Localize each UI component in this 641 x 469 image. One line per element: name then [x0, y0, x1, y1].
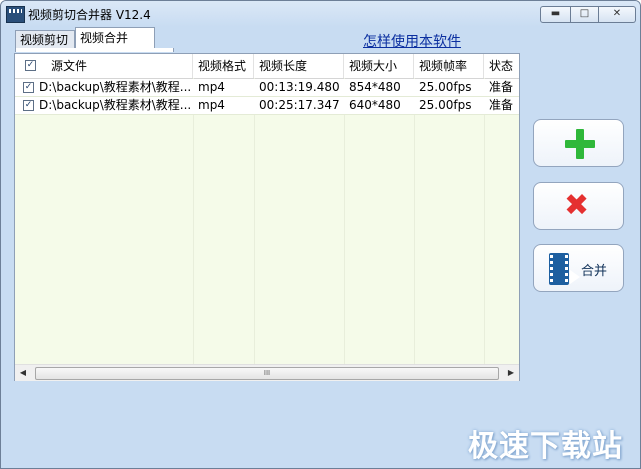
- grid-line: [254, 78, 255, 368]
- row-fps: 25.00fps: [419, 80, 472, 94]
- watermark-logo: 极速下载站: [468, 429, 623, 464]
- grid-line: [344, 78, 345, 368]
- list-header: ✓ 源文件 视频格式 视频长度 视频大小 视频帧率 状态: [15, 54, 519, 79]
- select-all-checkbox[interactable]: ✓: [25, 60, 36, 71]
- row-file: D:\backup\教程素材\教程...: [39, 80, 192, 94]
- scroll-right-arrow-icon[interactable]: ▶: [503, 365, 519, 381]
- row-status: 准备: [489, 98, 514, 112]
- tab-pane-edge: [15, 48, 174, 52]
- column-header-format[interactable]: 视频格式: [193, 54, 254, 78]
- file-list[interactable]: ✓ 源文件 视频格式 视频长度 视频大小 视频帧率 状态 ✓ D:\backup…: [14, 53, 520, 381]
- column-header-source[interactable]: 源文件: [45, 54, 193, 78]
- grid-line: [414, 78, 415, 368]
- row-checkbox[interactable]: ✓: [23, 100, 34, 111]
- row-size: 854*480: [349, 80, 401, 94]
- minimize-button[interactable]: ▬: [540, 6, 571, 23]
- row-fps: 25.00fps: [419, 98, 472, 112]
- x-icon: ✖: [564, 188, 590, 223]
- row-length: 00:13:19.480: [259, 80, 340, 94]
- column-header-size[interactable]: 视频大小: [344, 54, 414, 78]
- row-file: D:\backup\教程素材\教程...: [39, 98, 192, 112]
- tab-video-merge[interactable]: 视频合并: [75, 27, 155, 48]
- horizontal-scrollbar[interactable]: ◀ III ▶: [15, 364, 519, 381]
- row-format: mp4: [198, 98, 225, 112]
- row-checkbox[interactable]: ✓: [23, 82, 34, 93]
- maximize-button[interactable]: □: [571, 6, 599, 23]
- help-link[interactable]: 怎样使用本软件: [363, 31, 461, 51]
- scroll-left-arrow-icon[interactable]: ◀: [15, 365, 31, 381]
- close-button[interactable]: ✕: [599, 6, 636, 23]
- app-window: 视频剪切合并器 V12.4 ▬ □ ✕ 视频剪切 视频合并 怎样使用本软件 ✓ …: [0, 0, 641, 469]
- scroll-thumb[interactable]: III: [35, 367, 499, 380]
- merge-button[interactable]: 合并: [533, 244, 624, 292]
- column-header-fps[interactable]: 视频帧率: [414, 54, 484, 78]
- app-icon: [6, 6, 25, 23]
- film-play-icon: [549, 253, 580, 285]
- row-format: mp4: [198, 80, 225, 94]
- delete-file-button[interactable]: ✖: [533, 182, 624, 230]
- column-header-length[interactable]: 视频长度: [254, 54, 344, 78]
- table-row[interactable]: ✓ D:\backup\教程素材\教程... mp4 00:13:19.480 …: [15, 79, 519, 97]
- tab-video-cut[interactable]: 视频剪切: [15, 30, 75, 49]
- add-file-button[interactable]: [533, 119, 624, 167]
- row-length: 00:25:17.347: [259, 98, 340, 112]
- merge-button-label: 合并: [581, 264, 608, 279]
- table-row[interactable]: ✓ D:\backup\教程素材\教程... mp4 00:25:17.347 …: [15, 97, 519, 115]
- title-bar[interactable]: 视频剪切合并器 V12.4 ▬ □ ✕: [1, 1, 640, 27]
- row-status: 准备: [489, 80, 514, 94]
- column-header-status[interactable]: 状态: [484, 54, 519, 78]
- row-size: 640*480: [349, 98, 401, 112]
- window-title: 视频剪切合并器 V12.4: [28, 8, 151, 22]
- grid-line: [193, 78, 194, 368]
- grid-line: [484, 78, 485, 368]
